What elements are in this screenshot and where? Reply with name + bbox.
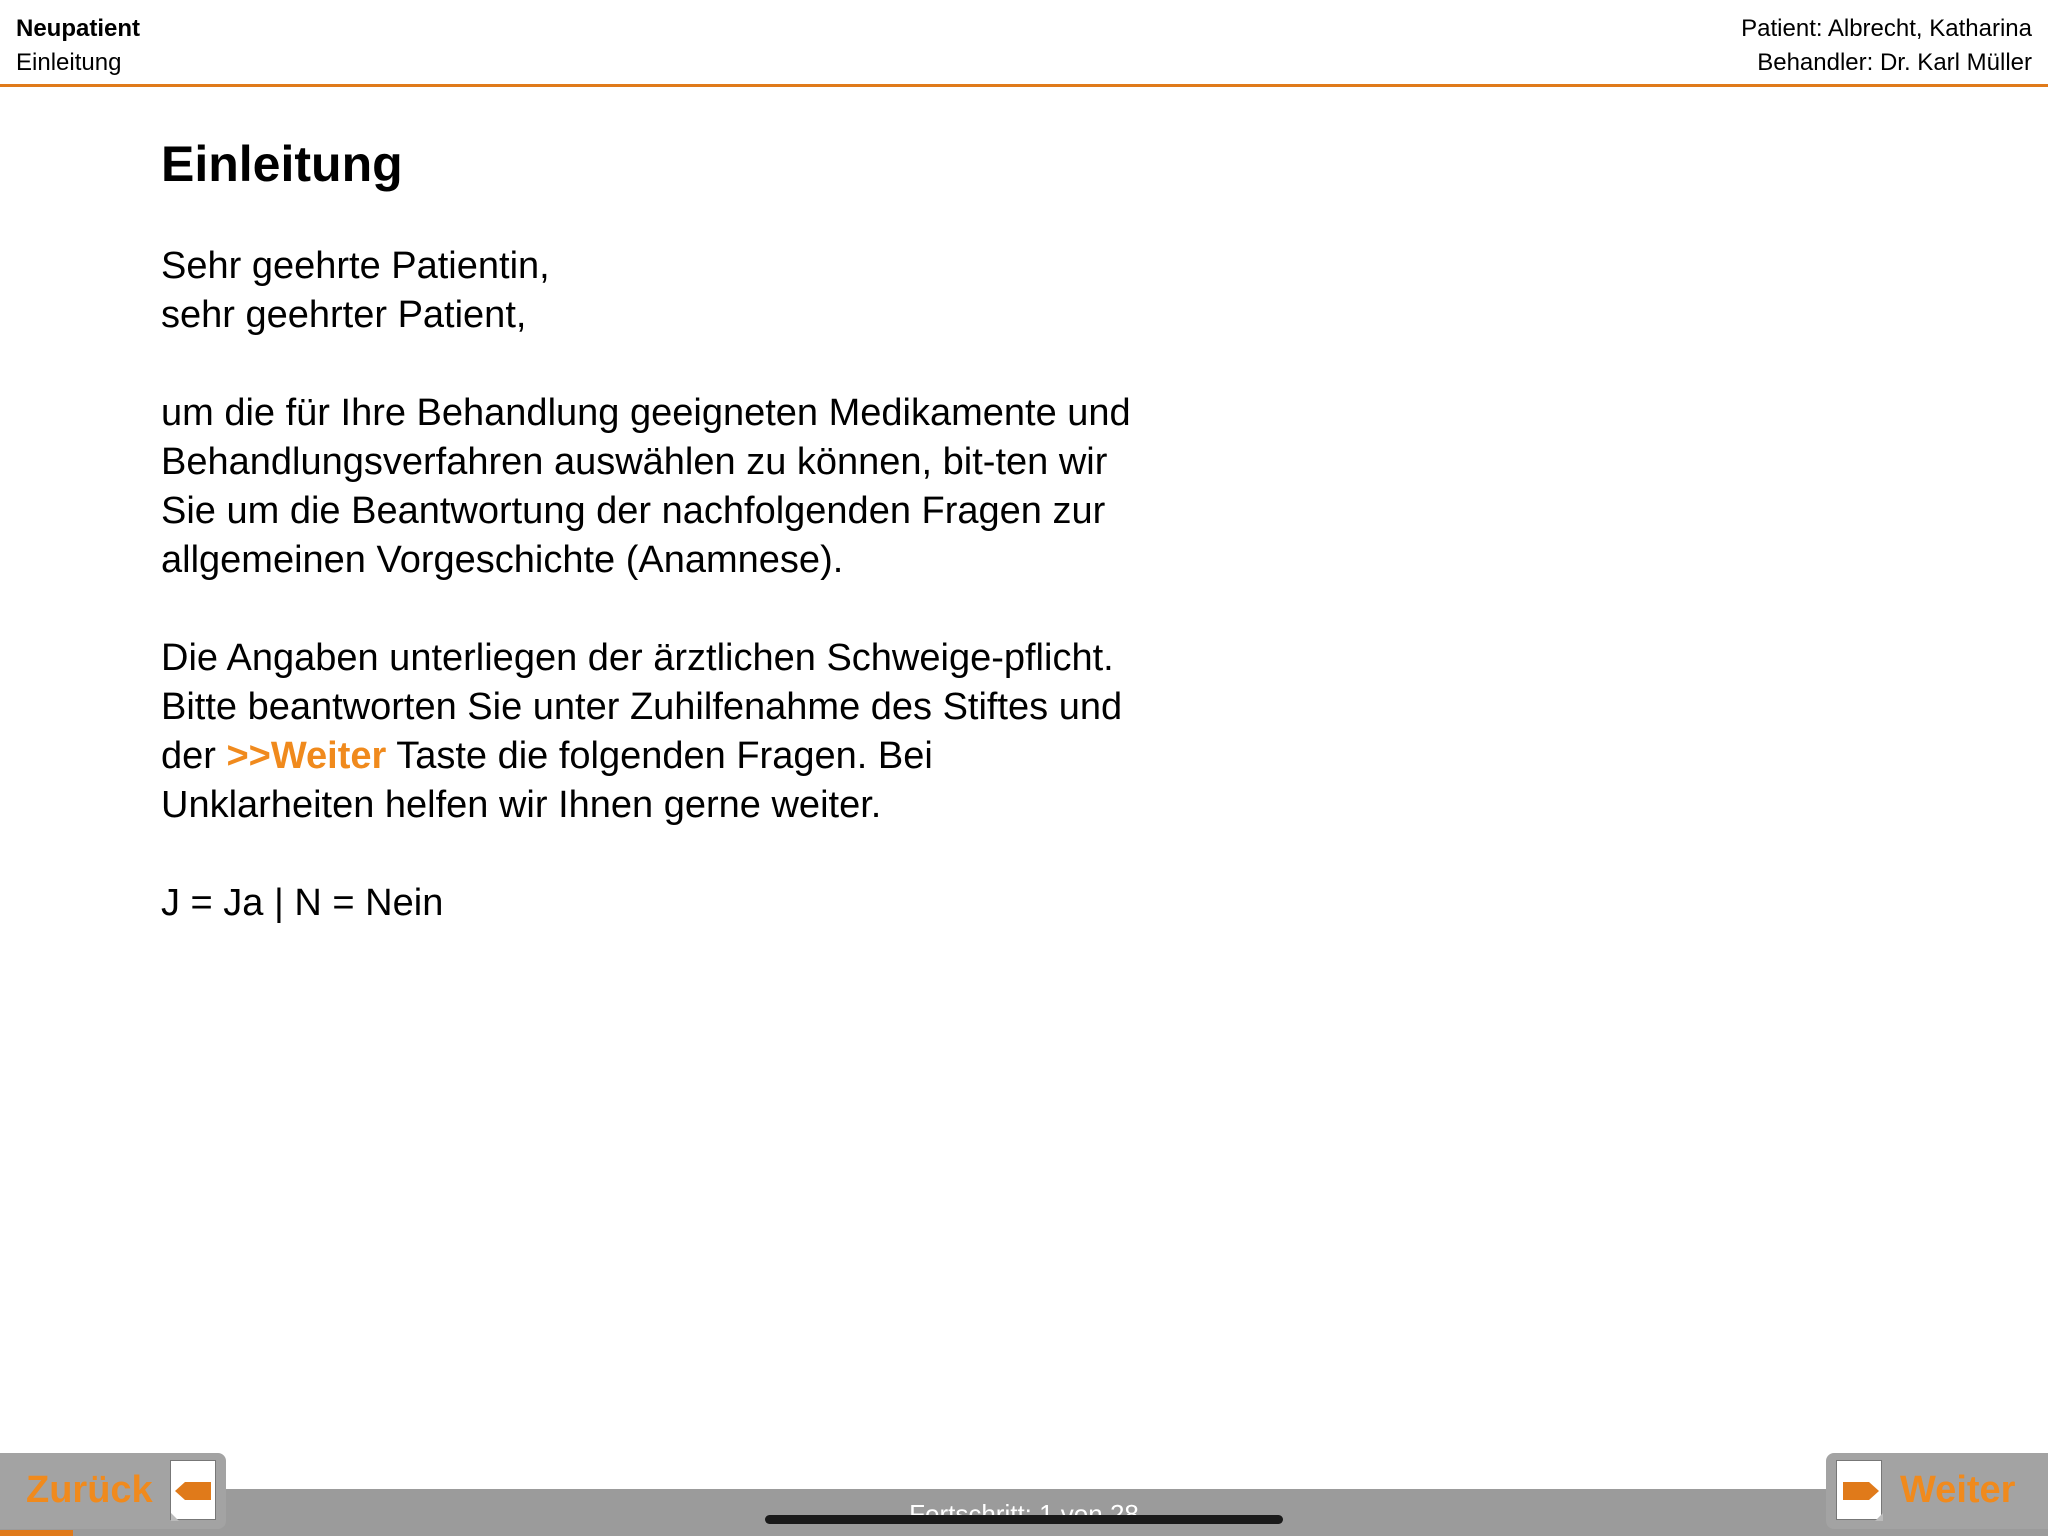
header-left: Neupatient Einleitung: [16, 12, 140, 80]
practitioner-name: Behandler: Dr. Karl Müller: [1757, 49, 2032, 76]
answer-legend: J = Ja | N = Nein: [161, 882, 444, 924]
app-header: Neupatient Einleitung Patient: Albrecht,…: [0, 0, 2048, 87]
header-right: Patient: Albrecht, Katharina Behandler: …: [1741, 12, 2032, 80]
purpose-paragraph: um die für Ihre Behandlung geeigneten Me…: [161, 392, 1131, 581]
form-title: Neupatient: [16, 15, 141, 42]
confidentiality-note: Die Angaben unterliegen der ärztlichen S…: [161, 637, 1114, 679]
intro-text: Sehr geehrte Patientin, sehr geehrter Pa…: [161, 242, 1141, 928]
back-button-label: Zurück: [26, 1469, 153, 1511]
arrow-right-page-icon: [1836, 1460, 1883, 1521]
patient-name: Patient: Albrecht, Katharina: [1741, 15, 2032, 42]
next-button-label: Weiter: [1900, 1469, 2016, 1511]
confidentiality-paragraph: Die Angaben unterliegen der ärztlichen S…: [161, 634, 1141, 830]
home-indicator[interactable]: [765, 1515, 1283, 1524]
back-button[interactable]: Zurück: [0, 1453, 226, 1529]
arrow-left-page-icon: [170, 1460, 216, 1521]
progress-fill: [0, 1530, 74, 1536]
greeting-line-1: Sehr geehrte Patientin,: [161, 245, 550, 287]
progress-bar: Fortschritt: 1 von 28: [0, 1489, 2048, 1536]
next-button[interactable]: Weiter: [1826, 1453, 2048, 1529]
greeting-line-2: sehr geehrter Patient,: [161, 294, 527, 336]
weiter-highlight: >>Weiter: [226, 735, 387, 777]
greeting: Sehr geehrte Patientin, sehr geehrter Pa…: [161, 242, 1141, 340]
page-title: Einleitung: [161, 136, 403, 192]
main-content: Einleitung Sehr geehrte Patientin, sehr …: [161, 132, 1141, 928]
section-title: Einleitung: [16, 49, 122, 76]
